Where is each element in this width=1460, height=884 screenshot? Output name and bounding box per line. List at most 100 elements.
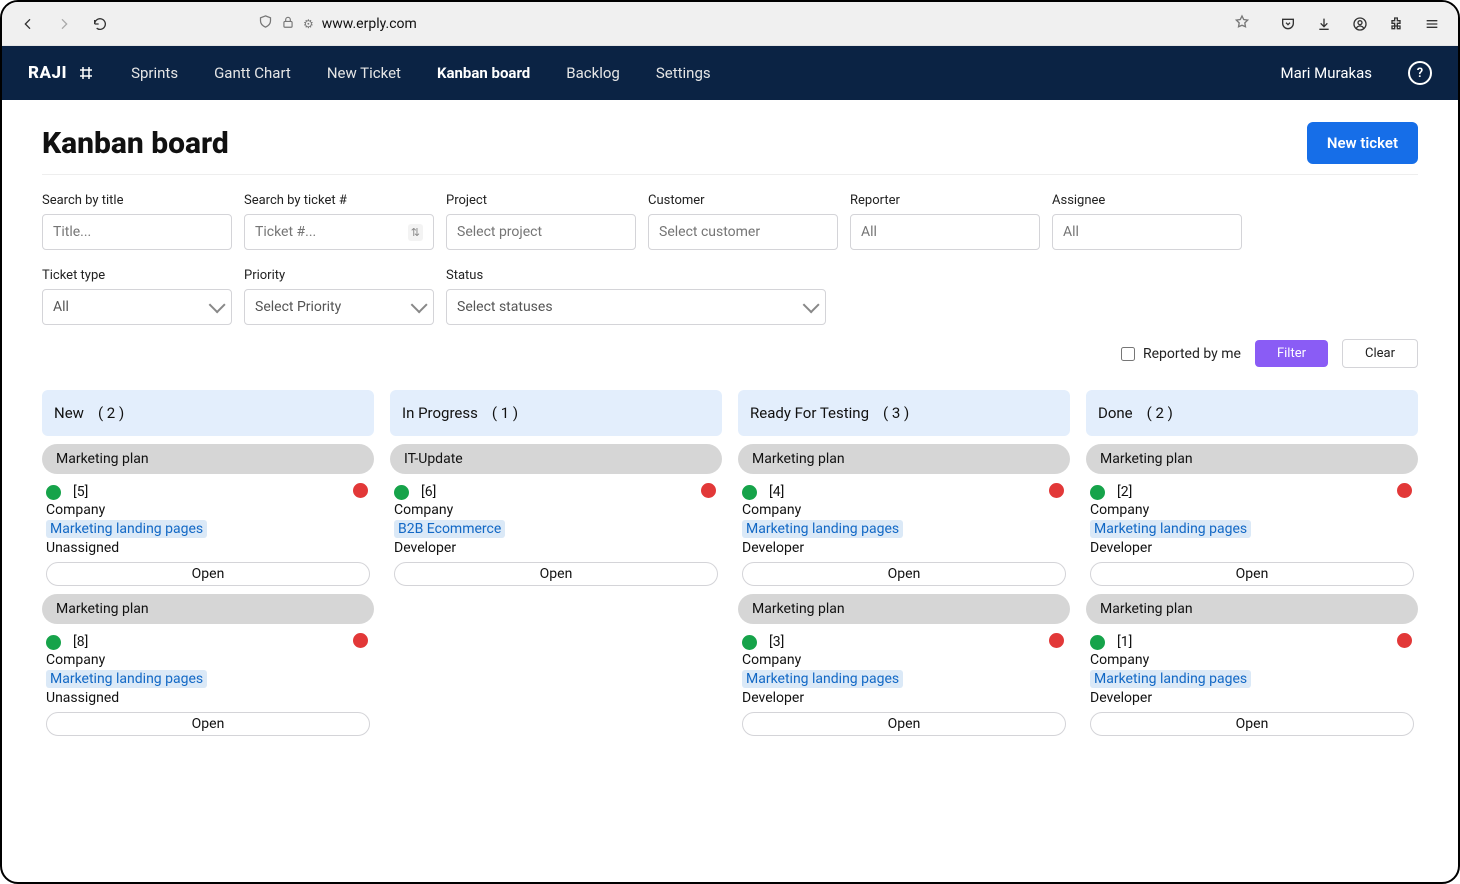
column-count: ( 2 ) [98,404,124,422]
kanban-card[interactable]: Marketing plan[3]CompanyMarketing landin… [738,594,1070,736]
column-header[interactable]: In Progress ( 1 ) [390,390,722,436]
card-id: [2] [1117,484,1132,500]
brand-text: RAJI [28,63,67,83]
kanban-card[interactable]: Marketing plan[5]CompanyMarketing landin… [42,444,374,586]
filter-button[interactable]: Filter [1255,340,1328,367]
card-status-pill[interactable]: Open [46,562,370,586]
card-assignee: Developer [1090,540,1414,556]
card-body: [3]CompanyMarketing landing pagesDevelop… [738,624,1070,736]
nav-link-kanban-board[interactable]: Kanban board [437,64,530,82]
search-ticket-label: Search by ticket # [244,193,434,208]
browser-window: ⚙ www.erply.com [0,0,1460,884]
status-select[interactable]: Select statuses [446,289,826,325]
pocket-icon[interactable] [1274,10,1302,38]
card-tag-link[interactable]: Marketing landing pages [1090,520,1251,538]
priority-dot-red [353,633,368,648]
ticket-type-select[interactable]: All [42,289,232,325]
card-tag-link[interactable]: Marketing landing pages [46,670,207,688]
column-count: ( 1 ) [492,404,518,422]
card-company: Company [46,502,370,518]
user-name[interactable]: Mari Murakas [1280,64,1372,82]
page-title: Kanban board [42,126,229,161]
reporter-input[interactable] [850,214,1040,250]
column-header[interactable]: Done ( 2 ) [1086,390,1418,436]
ticket-type-label: Ticket type [42,268,232,283]
help-icon[interactable]: ? [1408,61,1432,85]
nav-link-settings[interactable]: Settings [656,64,711,82]
card-body: [1]CompanyMarketing landing pagesDevelop… [1086,624,1418,736]
project-label: Project [446,193,636,208]
kanban-card[interactable]: Marketing plan[1]CompanyMarketing landin… [1086,594,1418,736]
card-assignee: Unassigned [46,690,370,706]
priority-select[interactable]: Select Priority [244,289,434,325]
nav-link-sprints[interactable]: Sprints [131,64,178,82]
search-ticket-input[interactable] [244,214,434,250]
card-assignee: Developer [742,690,1066,706]
card-tag-link[interactable]: B2B Ecommerce [394,520,505,538]
card-status-pill[interactable]: Open [394,562,718,586]
assignee-input[interactable] [1052,214,1242,250]
new-ticket-button[interactable]: New ticket [1307,122,1418,164]
card-id: [8] [73,634,88,650]
search-title-label: Search by title [42,193,232,208]
column-in-progress: In Progress ( 1 ) IT-Update[6]CompanyB2B E… [390,390,722,736]
card-status-pill[interactable]: Open [1090,562,1414,586]
card-body: [6]CompanyB2B EcommerceDeveloperOpen [390,474,722,586]
star-icon[interactable] [1234,14,1250,34]
card-company: Company [1090,502,1414,518]
reload-button[interactable] [86,10,114,38]
column-header[interactable]: Ready For Testing( 3 ) [738,390,1070,436]
status-dot-green [742,635,757,650]
card-status-pill[interactable]: Open [1090,712,1414,736]
search-title-input[interactable] [42,214,232,250]
card-company: Company [742,502,1066,518]
download-icon[interactable] [1310,10,1338,38]
status-dot-green [1090,635,1105,650]
status-dot-green [1090,485,1105,500]
app-navbar: RAJI Sprints Gantt Chart New Ticket Kanban … [2,46,1458,100]
kanban-board: New( 2 ) Marketing plan[5]CompanyMarketin… [42,390,1418,736]
kanban-card[interactable]: IT-Update[6]CompanyB2B EcommerceDevelope… [390,444,722,586]
column-header[interactable]: New( 2 ) [42,390,374,436]
nav-link-gantt-chart[interactable]: Gantt Chart [214,64,291,82]
card-status-pill[interactable]: Open [46,712,370,736]
nav-link-new-ticket[interactable]: New Ticket [327,64,401,82]
kanban-card[interactable]: Marketing plan[8]CompanyMarketing landin… [42,594,374,736]
kanban-card[interactable]: Marketing plan[2]CompanyMarketing landin… [1086,444,1418,586]
page-header: Kanban board New ticket [42,122,1418,175]
column-new: New( 2 ) Marketing plan[5]CompanyMarketin… [42,390,374,736]
card-tag-link[interactable]: Marketing landing pages [1090,670,1251,688]
extensions-icon[interactable] [1382,10,1410,38]
kanban-card[interactable]: Marketing plan[4]CompanyMarketing landin… [738,444,1070,586]
brand[interactable]: RAJI [28,63,95,83]
card-title: IT-Update [390,444,722,474]
reported-by-me-checkbox[interactable]: Reported by me [1121,346,1241,362]
forward-button[interactable] [50,10,78,38]
priority-dot-red [1049,633,1064,648]
priority-label: Priority [244,268,434,283]
card-tag-link[interactable]: Marketing landing pages [742,670,903,688]
nav-link-backlog[interactable]: Backlog [566,64,620,82]
address-bar[interactable]: ⚙ www.erply.com [122,9,1258,39]
column-count: ( 3 ) [883,404,909,422]
assignee-label: Assignee [1052,193,1242,208]
card-status-pill[interactable]: Open [742,562,1066,586]
menu-icon[interactable] [1418,10,1446,38]
column-count: ( 2 ) [1147,404,1173,422]
back-button[interactable] [14,10,42,38]
clear-button[interactable]: Clear [1342,339,1418,368]
column-name: In Progress [402,404,478,422]
customer-input[interactable] [648,214,838,250]
customer-label: Customer [648,193,838,208]
card-title: Marketing plan [42,594,374,624]
column-name: Done [1098,404,1133,422]
card-tag-link[interactable]: Marketing landing pages [742,520,903,538]
card-id: [3] [769,634,784,650]
card-status-pill[interactable]: Open [742,712,1066,736]
column-ready-for-testing: Ready For Testing( 3 ) Marketing plan[4]C… [738,390,1070,736]
card-tag-link[interactable]: Marketing landing pages [46,520,207,538]
card-title: Marketing plan [1086,594,1418,624]
account-icon[interactable] [1346,10,1374,38]
project-input[interactable] [446,214,636,250]
lock-icon [281,15,295,33]
